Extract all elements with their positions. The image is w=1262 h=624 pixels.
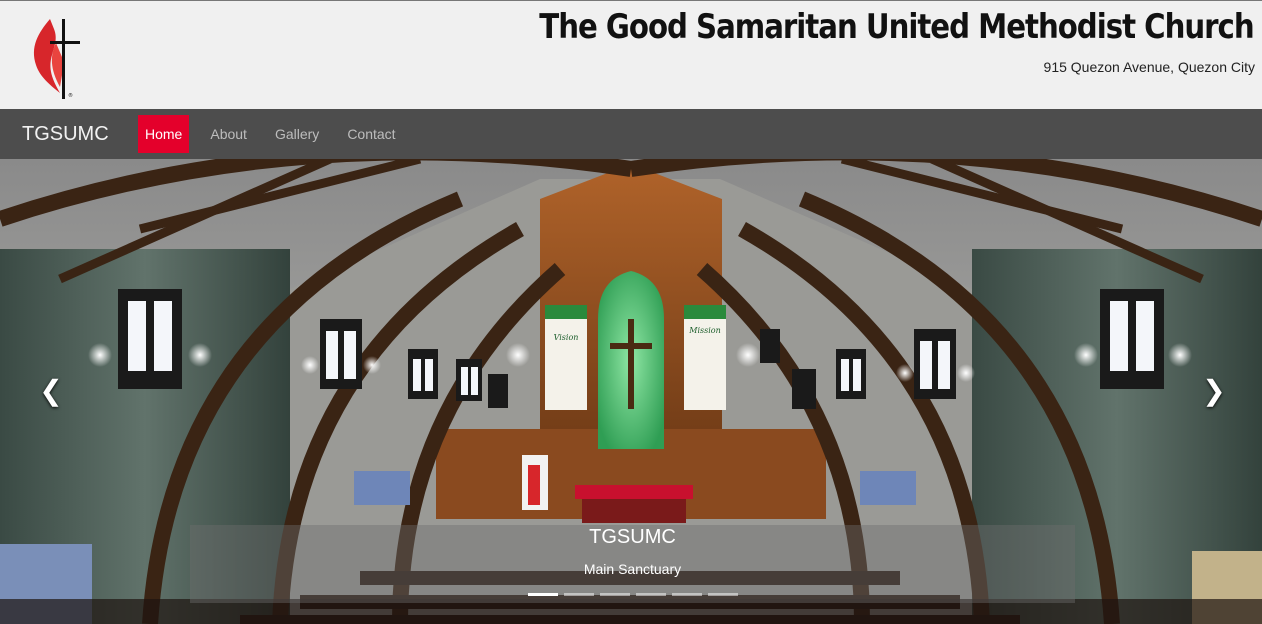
carousel-indicator[interactable] [528,593,558,596]
nav-menu: Home About Gallery Contact [138,115,417,153]
carousel-indicator[interactable] [672,593,702,596]
hero-carousel: Vision Mission ❮ ❯ TGSUMC Main Sanctuary [0,159,1262,624]
chevron-right-icon: ❯ [1202,375,1226,406]
navbar-brand[interactable]: TGSUMC [22,123,109,146]
site-header: ® The Good Samaritan United Methodist Ch… [0,0,1262,109]
slide-caption-box: TGSUMC Main Sanctuary [190,525,1075,603]
carousel-prev-arrow[interactable]: ❮ [36,369,66,413]
carousel-indicator[interactable] [600,593,630,596]
carousel-indicators [528,593,744,596]
chevron-left-icon: ❮ [39,375,63,406]
carousel-indicator[interactable] [708,593,738,596]
carousel-next-arrow[interactable]: ❯ [1199,369,1229,413]
slide-caption: Main Sanctuary [583,561,682,577]
svg-text:®: ® [68,92,73,99]
main-navbar: TGSUMC Home About Gallery Contact [0,109,1262,159]
nav-item-gallery[interactable]: Gallery [268,115,326,153]
slide-title: TGSUMC [589,526,676,548]
cross-and-flame-icon[interactable]: ® [28,13,88,103]
nav-item-about[interactable]: About [203,115,254,153]
site-title: The Good Samaritan United Methodist Chur… [539,7,1255,47]
carousel-indicator[interactable] [636,593,666,596]
vision-banner-text: Vision [554,333,579,342]
carousel-indicator[interactable] [564,593,594,596]
site-address: 915 Quezon Avenue, Quezon City [1043,59,1255,75]
mission-banner-text: Mission [688,326,721,335]
nav-item-contact[interactable]: Contact [340,115,402,153]
nav-item-home[interactable]: Home [138,115,190,153]
